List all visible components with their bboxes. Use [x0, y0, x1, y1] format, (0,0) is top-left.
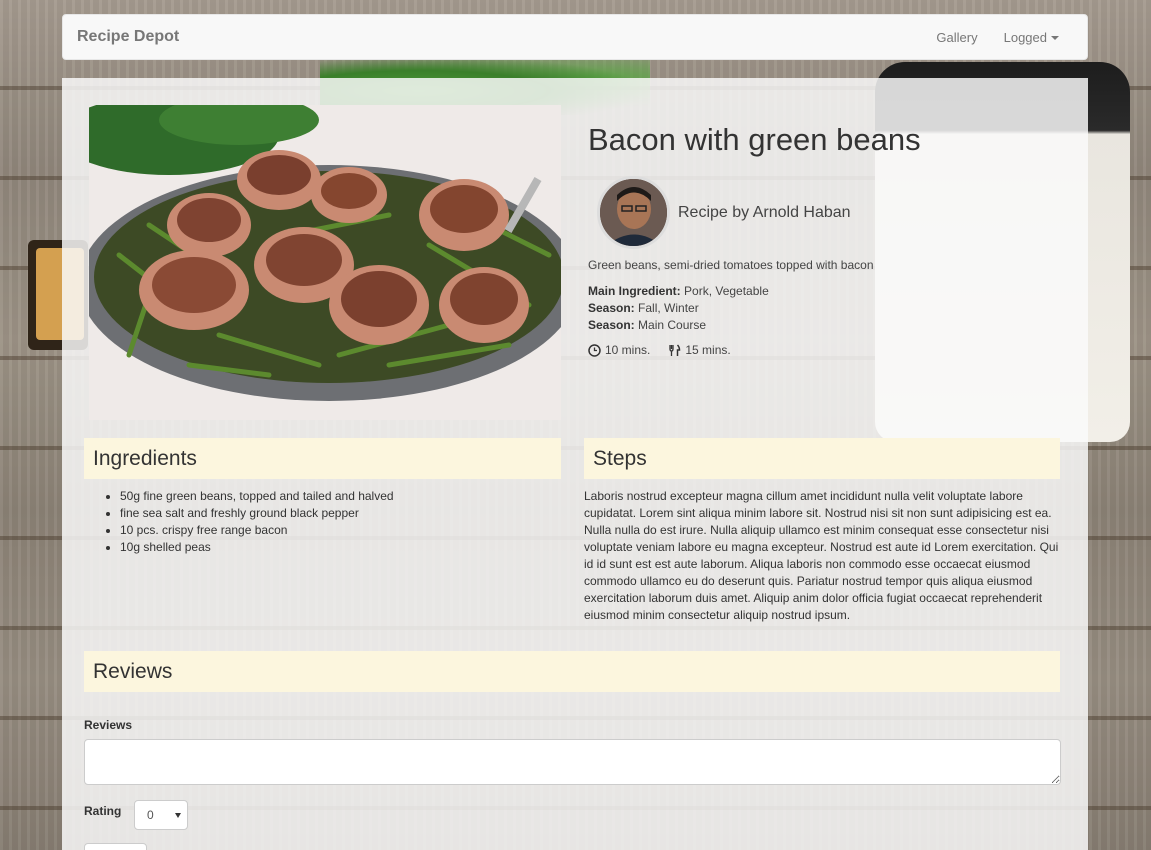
- rating-label: Rating: [84, 804, 122, 818]
- clock-icon: [588, 343, 601, 357]
- ingredient-item: fine sea salt and freshly ground black p…: [120, 505, 394, 522]
- steps-text: Laboris nostrud excepteur magna cillum a…: [584, 489, 1059, 622]
- ingredient-item: 50g fine green beans, topped and tailed …: [120, 488, 394, 505]
- course-label: Season:: [588, 318, 635, 332]
- reviews-label: Reviews: [84, 718, 133, 732]
- main-ingredient-label: Main Ingredient:: [588, 284, 681, 298]
- prep-time: 10 mins.: [605, 343, 651, 357]
- reviews-heading: Reviews: [84, 651, 1060, 692]
- season-row: Season: Fall, Winter: [588, 300, 769, 317]
- course-row: Season: Main Course: [588, 317, 769, 334]
- nav-gallery-link[interactable]: Gallery: [923, 30, 990, 45]
- recipe-description: Green beans, semi-dried tomatoes topped …: [588, 258, 874, 272]
- brand-link[interactable]: Recipe Depot: [63, 28, 179, 46]
- nav-logged-label: Logged: [1003, 29, 1047, 45]
- cutlery-icon: [668, 343, 681, 357]
- nav-logged-dropdown[interactable]: Logged: [991, 30, 1087, 45]
- course-value: Main Course: [638, 318, 707, 332]
- recipe-times: 10 mins. 15 mins.: [588, 343, 731, 357]
- ingredients-list: 50g fine green beans, topped and tailed …: [120, 488, 394, 556]
- nav-right: Gallery Logged: [923, 15, 1087, 59]
- rating-select[interactable]: 0: [134, 800, 188, 830]
- submit-review-button[interactable]: [84, 843, 147, 850]
- author-avatar: [597, 176, 670, 249]
- navbar: Recipe Depot Gallery Logged: [62, 14, 1088, 60]
- author-name: Recipe by Arnold Haban: [678, 204, 851, 221]
- ingredients-heading: Ingredients: [84, 438, 561, 479]
- ingredient-item: 10 pcs. crispy free range bacon: [120, 522, 394, 539]
- caret-down-icon: [1051, 36, 1059, 41]
- cook-time: 15 mins.: [685, 343, 731, 357]
- chevron-down-icon: [175, 813, 181, 818]
- main-ingredient-value: Pork, Vegetable: [684, 284, 769, 298]
- recipe-title: Bacon with green beans: [588, 122, 921, 157]
- steps-heading: Steps: [584, 438, 1060, 479]
- main-ingredient-row: Main Ingredient: Pork, Vegetable: [588, 283, 769, 300]
- season-label: Season:: [588, 301, 635, 315]
- rating-selected-value: 0: [147, 808, 154, 822]
- ingredient-item: 10g shelled peas: [120, 539, 394, 556]
- season-value: Fall, Winter: [638, 301, 699, 315]
- recipe-panel: Bacon with green beans Recipe by Arnold …: [62, 78, 1088, 850]
- recipe-photo: [89, 105, 561, 420]
- review-textarea[interactable]: [84, 739, 1061, 785]
- recipe-meta: Main Ingredient: Pork, Vegetable Season:…: [588, 283, 769, 334]
